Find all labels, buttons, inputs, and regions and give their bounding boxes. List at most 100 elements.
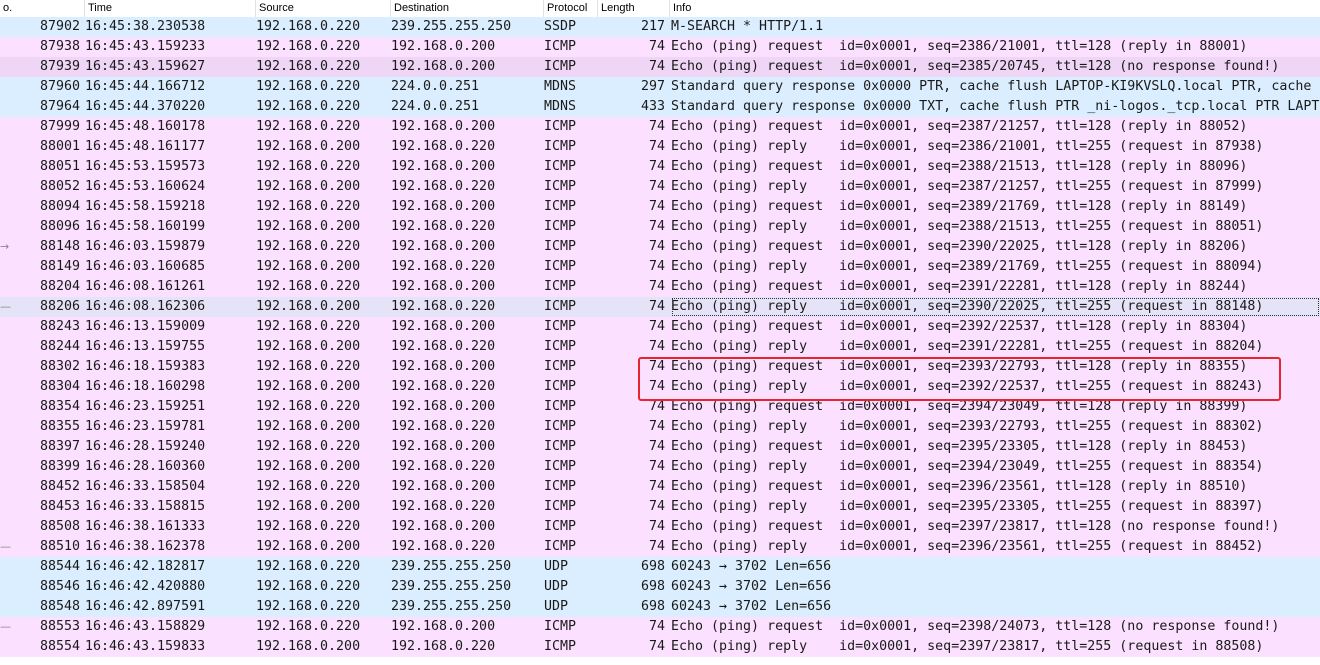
table-row[interactable]: —88206 16:46:08.162306 192.168.0.200 192.16… [0,297,1320,317]
cell-protocol: UDP [544,559,569,574]
packet-list[interactable]: o. Time Source Destination Protocol Leng… [0,0,1320,665]
column-header-info[interactable]: Info [670,0,1320,17]
cell-info: Echo (ping) request id=0x0001, seq=2396/… [671,479,1248,494]
cell-source: 192.168.0.200 [256,219,361,234]
cell-time: 16:45:58.159218 [85,199,206,214]
cell-destination: 239.255.255.250 [391,579,512,594]
cell-no: 88355 [39,419,80,434]
cell-protocol: ICMP [544,319,577,334]
cell-no: 88206 [39,299,80,314]
cell-no: 88453 [39,499,80,514]
table-row[interactable]: 88094 16:45:58.159218 192.168.0.220 192.168… [0,197,1320,217]
cell-destination: 192.168.0.200 [391,319,496,334]
cell-length: 698 [640,559,665,574]
cell-protocol: ICMP [544,179,577,194]
cell-length: 74 [648,119,665,134]
cell-info: Echo (ping) reply id=0x0001, seq=2395/23… [671,499,1264,514]
cell-destination: 239.255.255.250 [391,559,512,574]
table-row[interactable]: 88354 16:46:23.159251 192.168.0.220 192.168… [0,397,1320,417]
cell-source: 192.168.0.200 [256,379,361,394]
cell-time: 16:46:38.162378 [85,539,206,554]
column-header-no[interactable]: o. [0,0,85,17]
cell-time: 16:46:08.162306 [85,299,206,314]
table-row[interactable]: 88096 16:45:58.160199 192.168.0.200 192.168… [0,217,1320,237]
cell-destination: 192.168.0.200 [391,399,496,414]
table-row[interactable]: 87999 16:45:48.160178 192.168.0.220 192.168… [0,117,1320,137]
cell-destination: 192.168.0.200 [391,59,496,74]
cell-length: 433 [640,99,665,114]
table-row[interactable]: 87960 16:45:44.166712 192.168.0.220 224.0.0… [0,77,1320,97]
cell-time: 16:46:42.420880 [85,579,206,594]
table-row[interactable]: 88508 16:46:38.161333 192.168.0.220 192.168… [0,517,1320,537]
cell-time: 16:45:48.160178 [85,119,206,134]
cell-time: 16:46:42.182817 [85,559,206,574]
cell-time: 16:46:42.897591 [85,599,206,614]
cell-time: 16:45:53.159573 [85,159,206,174]
table-row[interactable]: 88399 16:46:28.160360 192.168.0.200 192.168… [0,457,1320,477]
table-row[interactable]: 88452 16:46:33.158504 192.168.0.220 192.168… [0,477,1320,497]
table-row[interactable]: 88001 16:45:48.161177 192.168.0.200 192.168… [0,137,1320,157]
table-row[interactable]: 88243 16:46:13.159009 192.168.0.220 192.168… [0,317,1320,337]
table-row[interactable]: 88204 16:46:08.161261 192.168.0.220 192.168… [0,277,1320,297]
table-row[interactable]: 88052 16:45:53.160624 192.168.0.200 192.168… [0,177,1320,197]
cell-no: 88304 [39,379,80,394]
cell-source: 192.168.0.200 [256,139,361,154]
table-row[interactable]: 88355 16:46:23.159781 192.168.0.200 192.168… [0,417,1320,437]
cell-source: 192.168.0.220 [256,39,361,54]
cell-no: 88546 [39,579,80,594]
table-row[interactable]: 88244 16:46:13.159755 192.168.0.200 192.168… [0,337,1320,357]
cell-protocol: UDP [544,599,569,614]
cell-protocol: ICMP [544,619,577,634]
cell-source: 192.168.0.220 [256,359,361,374]
table-row[interactable]: 88304 16:46:18.160298 192.168.0.200 192.168… [0,377,1320,397]
cell-length: 74 [648,239,665,254]
cell-source: 192.168.0.220 [256,99,361,114]
cell-info: Echo (ping) request id=0x0001, seq=2391/… [671,279,1248,294]
table-row[interactable]: 88544 16:46:42.182817 192.168.0.220 239.255… [0,557,1320,577]
cell-no: 88094 [39,199,80,214]
table-row[interactable]: 87939 16:45:43.159627 192.168.0.220 192.168… [0,57,1320,77]
cell-no: 88148 [39,239,80,254]
column-header-source[interactable]: Source [256,0,391,17]
table-row[interactable]: 87938 16:45:43.159233 192.168.0.220 192.168… [0,37,1320,57]
table-row[interactable]: 88302 16:46:18.159383 192.168.0.220 192.168… [0,357,1320,377]
column-header-protocol[interactable]: Protocol [544,0,598,17]
table-row[interactable]: 88051 16:45:53.159573 192.168.0.220 192.168… [0,157,1320,177]
cell-protocol: UDP [544,579,569,594]
table-row[interactable]: 88554 16:46:43.159833 192.168.0.200 192.168… [0,637,1320,657]
table-row[interactable]: 88548 16:46:42.897591 192.168.0.220 239.255… [0,597,1320,617]
cell-source: 192.168.0.220 [256,619,361,634]
cell-time: 16:46:18.159383 [85,359,206,374]
cell-time: 16:46:28.160360 [85,459,206,474]
column-header-time[interactable]: Time [85,0,256,17]
table-row[interactable]: → 88148 16:46:03.159879 192.168.0.220 192.16… [0,237,1320,257]
table-row[interactable]: —88510 16:46:38.162378 192.168.0.200 192.16… [0,537,1320,557]
cell-source: 192.168.0.200 [256,179,361,194]
cell-no: 88244 [39,339,80,354]
cell-info: 60243 → 3702 Len=656 [671,599,832,614]
table-row[interactable]: 87964 16:45:44.370220 192.168.0.220 224.0.0… [0,97,1320,117]
table-row[interactable]: —88553 16:46:43.158829 192.168.0.220 192.16… [0,617,1320,637]
cell-source: 192.168.0.220 [256,479,361,494]
table-row[interactable]: 87902 16:45:38.230538 192.168.0.220 239.255… [0,17,1320,37]
cell-no: 88096 [39,219,80,234]
cell-length: 74 [648,379,665,394]
cell-no: 87964 [39,99,80,114]
cell-length: 217 [640,19,665,34]
table-row[interactable]: 88149 16:46:03.160685 192.168.0.200 192.168… [0,257,1320,277]
cell-length: 698 [640,579,665,594]
cell-source: 192.168.0.200 [256,459,361,474]
cell-source: 192.168.0.220 [256,519,361,534]
column-header-length[interactable]: Length [598,0,670,17]
table-row[interactable]: 88397 16:46:28.159240 192.168.0.220 192.168… [0,437,1320,457]
cell-no: 88399 [39,459,80,474]
cell-source: 192.168.0.200 [256,259,361,274]
table-row[interactable]: 88453 16:46:33.158815 192.168.0.200 192.168… [0,497,1320,517]
table-row[interactable]: 88546 16:46:42.420880 192.168.0.220 239.255… [0,577,1320,597]
cell-info: Echo (ping) reply id=0x0001, seq=2391/22… [671,339,1264,354]
cell-no: 88554 [39,639,80,654]
cell-info: Echo (ping) reply id=0x0001, seq=2394/23… [671,459,1264,474]
column-header-destination[interactable]: Destination [391,0,544,17]
cell-length: 74 [648,179,665,194]
cell-length: 74 [648,419,665,434]
